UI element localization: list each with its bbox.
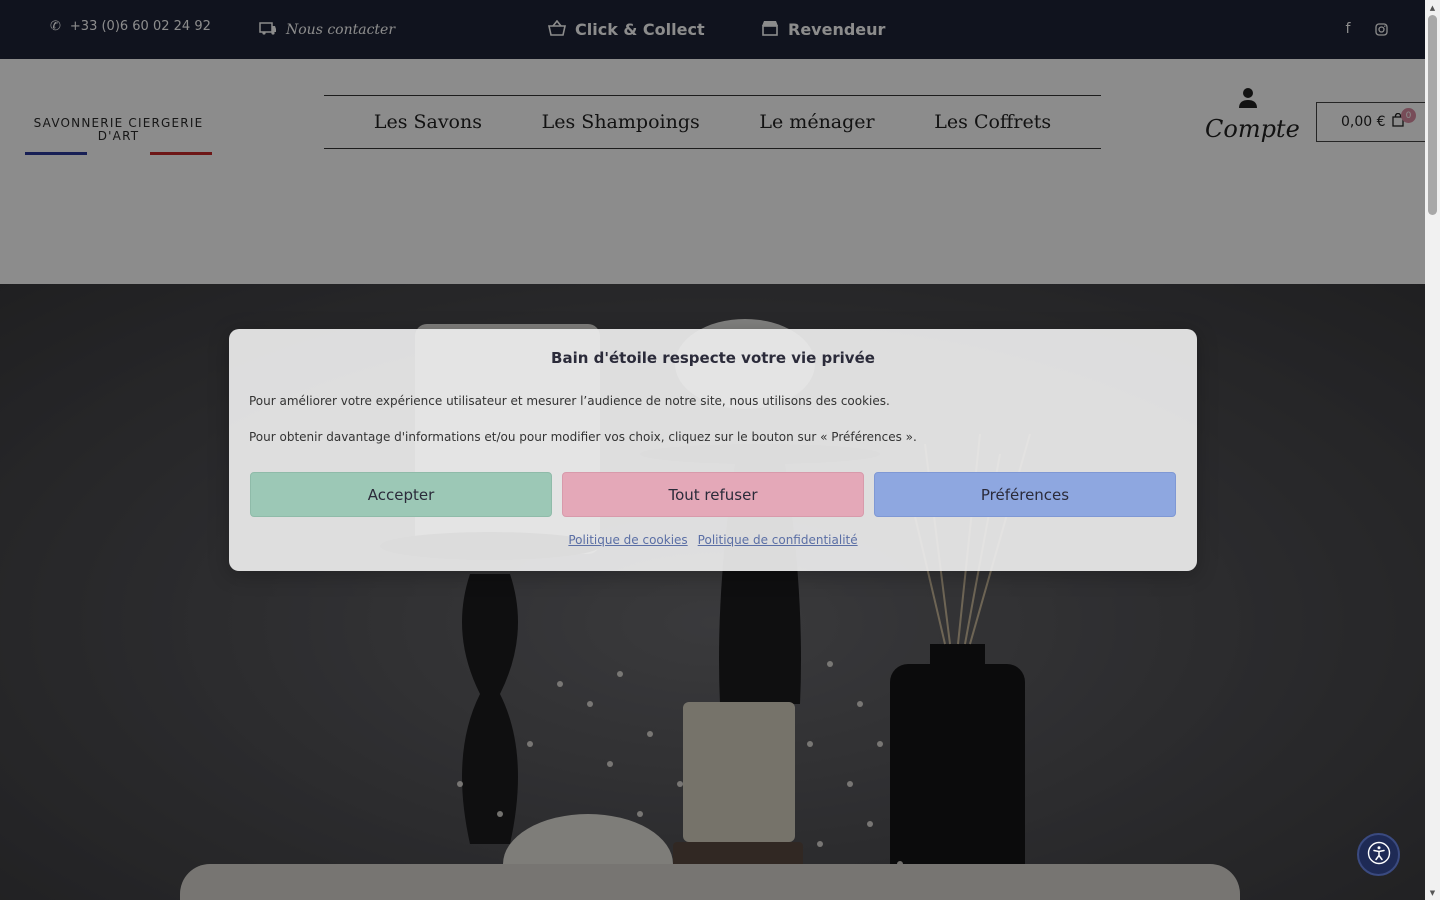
cookie-policy-link[interactable]: Politique de cookies bbox=[568, 533, 687, 547]
scroll-down-arrow[interactable]: ▼ bbox=[1425, 885, 1440, 900]
cookie-modal-text-2: Pour obtenir davantage d'informations et… bbox=[249, 430, 917, 444]
cookie-modal-title: Bain d'étoile respecte votre vie privée bbox=[551, 349, 875, 367]
accessibility-button[interactable] bbox=[1357, 833, 1400, 876]
cookie-modal-text-1: Pour améliorer votre expérience utilisat… bbox=[249, 394, 890, 408]
cookie-modal-links: Politique de cookies Politique de confid… bbox=[229, 533, 1197, 547]
cookie-consent-modal: Bain d'étoile respecte votre vie privée … bbox=[229, 329, 1197, 571]
accessibility-icon bbox=[1367, 841, 1391, 869]
scroll-thumb[interactable] bbox=[1428, 15, 1437, 215]
cookie-preferences-button[interactable]: Préférences bbox=[874, 472, 1176, 517]
accept-cookies-button[interactable]: Accepter bbox=[250, 472, 552, 517]
privacy-policy-link[interactable]: Politique de confidentialité bbox=[698, 533, 858, 547]
refuse-cookies-button[interactable]: Tout refuser bbox=[562, 472, 864, 517]
scroll-up-arrow[interactable]: ▲ bbox=[1425, 0, 1440, 15]
page-scrollbar[interactable]: ▲ ▼ bbox=[1425, 0, 1440, 900]
